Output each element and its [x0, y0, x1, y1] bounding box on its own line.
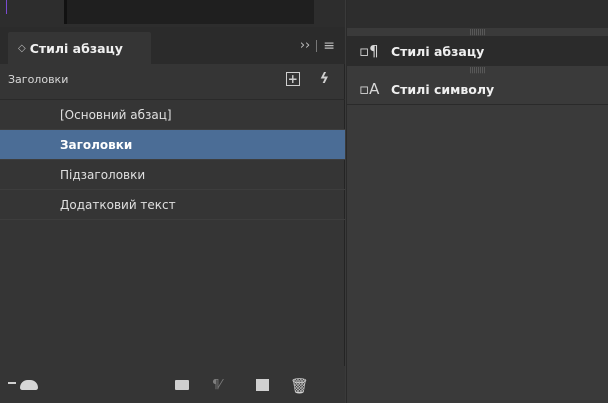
dock-item-character-styles[interactable]: ▫A Стилі символу [347, 74, 608, 104]
selection-mark [6, 0, 7, 14]
collapsed-panels-dock: |||||||| ▫¶ Стилі абзацу |||||||| ▫A Сти… [346, 0, 608, 403]
group-actions: + ϟ [285, 71, 329, 87]
cloud-library-icon[interactable] [20, 380, 38, 390]
list-item-label: Підзаголовки [60, 167, 146, 182]
collapse-arrows-icon[interactable]: ◇ [18, 43, 26, 54]
new-folder-icon[interactable] [175, 380, 189, 390]
list-item-label: [Основний абзац] [60, 107, 172, 122]
list-item[interactable]: [Основний абзац] [0, 100, 345, 130]
list-item-label: Додатковий текст [60, 197, 176, 212]
document-area [64, 0, 314, 24]
list-item-label: Заголовки [60, 137, 133, 152]
dash-icon [8, 382, 16, 384]
quick-apply-icon[interactable]: ϟ [320, 71, 329, 87]
list-item[interactable]: Додатковий текст [0, 190, 345, 220]
divider [347, 104, 608, 105]
clear-overrides-icon[interactable]: ¶⁄ [212, 377, 222, 391]
paragraph-styles-panel: ◇ Стилі абзацу ›› ≡ Заголовки + ϟ [Основ… [0, 27, 345, 403]
tab-paragraph-styles[interactable]: ◇ Стилі абзацу [8, 32, 151, 64]
paragraph-styles-icon: ▫¶ [359, 42, 379, 60]
grip-handle[interactable]: |||||||| [347, 28, 608, 36]
new-style-icon[interactable] [256, 379, 269, 391]
panel-tabbar: ◇ Стилі абзацу ›› ≡ [0, 27, 345, 64]
dock-item-paragraph-styles[interactable]: ▫¶ Стилі абзацу [347, 36, 608, 66]
grip-handle[interactable]: |||||||| [347, 66, 608, 74]
current-group-label: Заголовки [8, 72, 69, 86]
dock-item-label: Стилі символу [391, 81, 495, 97]
tabbar-controls: ›› ≡ [300, 38, 335, 53]
separator [316, 39, 318, 52]
tab-label: Стилі абзацу [29, 40, 123, 56]
panel-bottom-bar: ¶⁄ 🗑 [0, 366, 345, 403]
top-strip [0, 0, 345, 27]
dock-item-label: Стилі абзацу [391, 43, 485, 59]
current-group-row: Заголовки + ϟ [0, 64, 345, 94]
new-group-icon[interactable]: + [285, 72, 300, 86]
overflow-icon[interactable]: ›› [300, 38, 310, 53]
list-item-selected[interactable]: Заголовки [0, 130, 345, 160]
dock-top [347, 0, 608, 28]
styles-list: [Основний абзац] Заголовки Підзаголовки … [0, 100, 345, 220]
character-styles-icon: ▫A [359, 80, 380, 98]
list-item[interactable]: Підзаголовки [0, 160, 345, 190]
trash-icon[interactable]: 🗑 [290, 377, 309, 395]
panel-menu-icon[interactable]: ≡ [323, 39, 335, 53]
